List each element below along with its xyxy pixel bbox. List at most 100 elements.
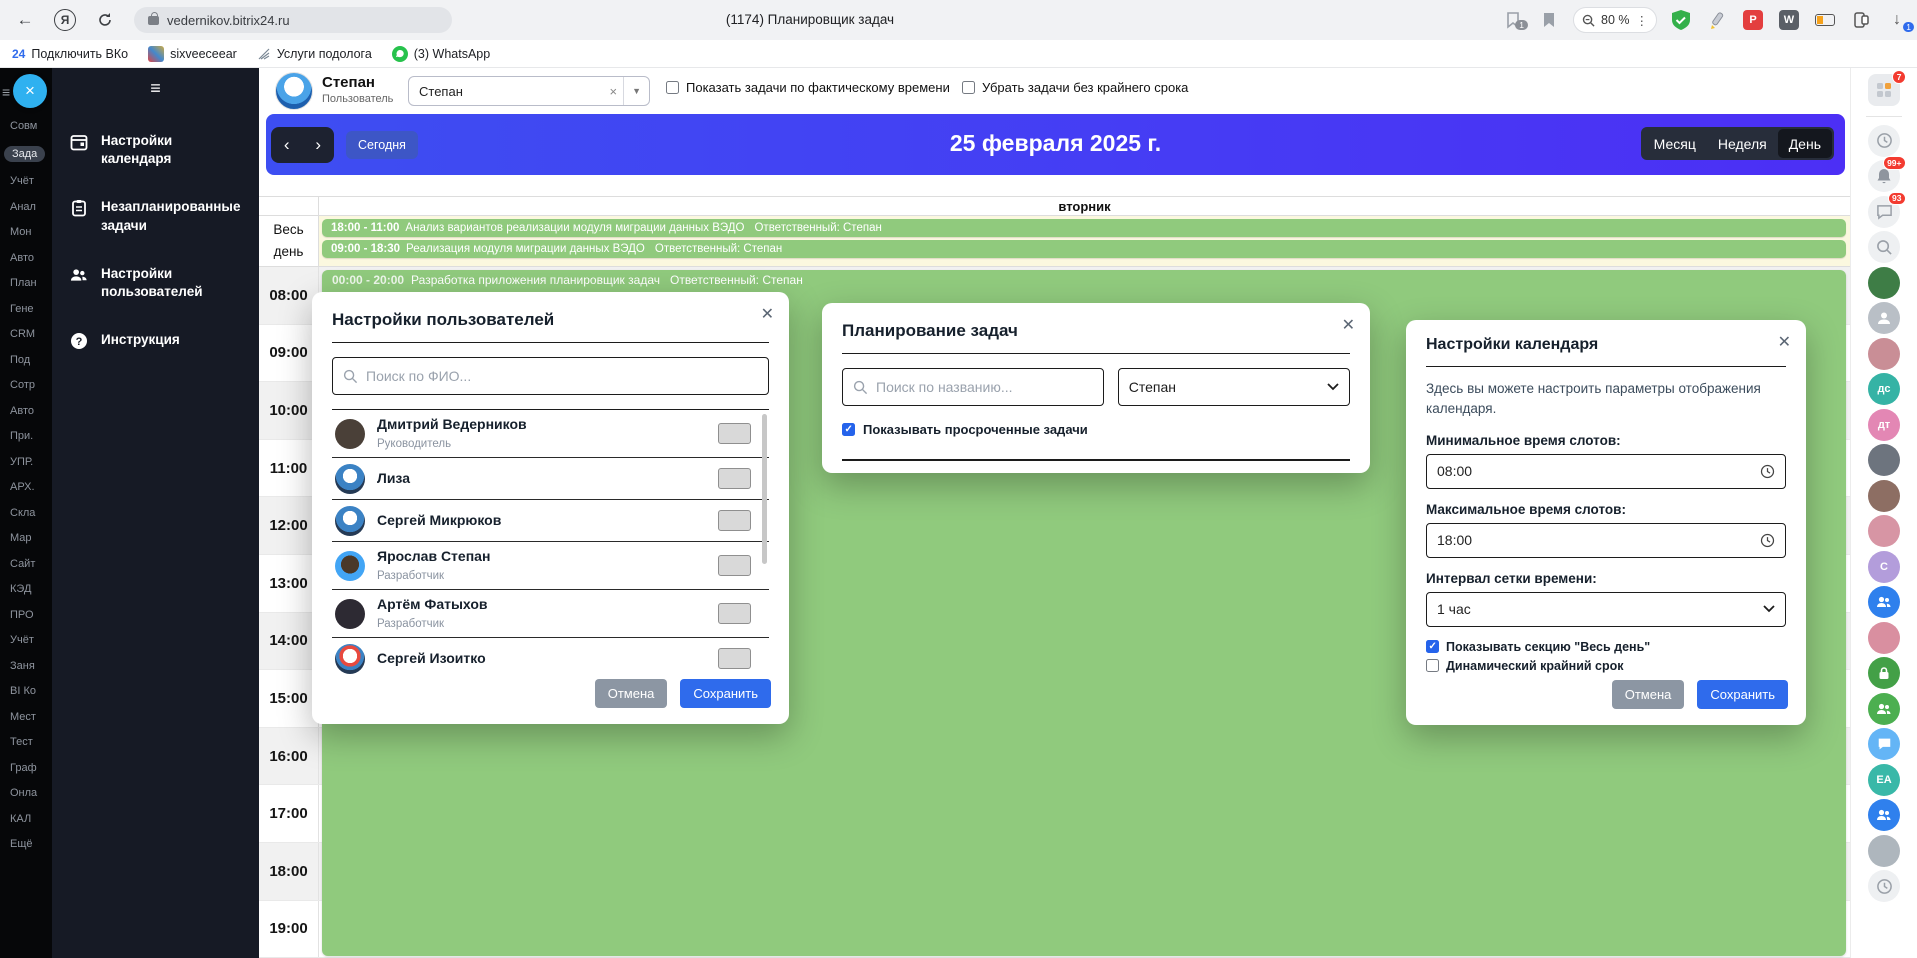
close-icon[interactable]: ✕ — [1342, 315, 1355, 335]
user-checkbox[interactable] — [718, 510, 751, 531]
collections-icon[interactable]: 1 — [1501, 8, 1528, 32]
user-row[interactable]: Артём Фатыхов Разработчик — [332, 590, 769, 638]
sidebar-item[interactable]: КАЛ — [10, 813, 45, 825]
sidebar-item[interactable]: Мон — [10, 226, 45, 238]
user-row[interactable]: Лиза — [332, 458, 769, 500]
phone-extension-icon[interactable] — [1849, 8, 1873, 32]
avatar[interactable] — [1868, 515, 1900, 547]
cancel-button[interactable]: Отмена — [594, 679, 668, 708]
bookmark-item[interactable]: Услуги подолога — [257, 47, 372, 61]
sidebar-item[interactable]: Учёт — [10, 175, 45, 187]
sidebar-item[interactable]: Сайт — [10, 558, 45, 570]
interval-select[interactable]: 1 час — [1426, 591, 1786, 627]
sidebar-item[interactable]: ПРО — [10, 609, 45, 621]
sidebar-item[interactable]: При. — [10, 430, 45, 442]
sidebar-item[interactable]: Мар — [10, 532, 45, 544]
show-allday-checkbox[interactable]: Показывать секцию "Весь день" — [1426, 640, 1786, 654]
avatar[interactable]: дс — [1868, 373, 1900, 405]
avatar[interactable]: дт — [1868, 408, 1900, 441]
word-extension-icon[interactable]: W — [1777, 8, 1801, 32]
event-bar[interactable]: 09:00 - 18:30 Реализация модуля миграции … — [322, 240, 1846, 258]
downloads-icon[interactable]: ↓ 1 — [1885, 8, 1914, 32]
avatar[interactable] — [1868, 834, 1900, 867]
reload-button[interactable] — [90, 5, 120, 35]
sidebar-item[interactable]: Ещё — [10, 838, 45, 850]
sidebar-item-calendar-settings[interactable]: Настройки календаря — [52, 117, 259, 183]
scrollbar[interactable] — [762, 414, 767, 564]
close-widget-button[interactable]: × — [13, 74, 47, 108]
checkbox-box[interactable] — [1426, 640, 1439, 653]
sidebar-item[interactable]: BI Ко — [10, 685, 45, 697]
sidebar-item-user-settings[interactable]: Настройки пользователей — [52, 250, 259, 316]
sidebar-item[interactable]: Скла — [10, 507, 45, 519]
bookmark-flag-icon[interactable] — [1537, 8, 1561, 32]
sidebar-item-instruction[interactable]: ? Инструкция — [52, 316, 259, 365]
bookmark-item[interactable]: sixveeceear — [148, 45, 237, 62]
helpdesk-widget-icon[interactable]: 7 — [1868, 70, 1906, 106]
checkbox-box[interactable] — [666, 81, 679, 94]
sidebar-item[interactable]: Тест — [10, 736, 45, 748]
view-week-button[interactable]: Неделя — [1707, 129, 1778, 158]
clock-icon[interactable] — [1760, 464, 1775, 479]
bookmark-item[interactable]: (3) WhatsApp — [391, 45, 490, 62]
chat-channel-icon[interactable] — [1868, 728, 1900, 760]
history-clock-icon[interactable] — [1868, 124, 1900, 157]
sidebar-item[interactable]: Под — [10, 354, 45, 366]
avatar[interactable] — [1868, 444, 1900, 476]
sidebar-item[interactable]: Сотр — [10, 379, 45, 391]
user-checkbox[interactable] — [718, 603, 751, 624]
min-time-input[interactable] — [1437, 463, 1537, 479]
user-search-field[interactable] — [332, 357, 769, 395]
save-button[interactable]: Сохранить — [1697, 680, 1788, 709]
sidebar-item[interactable]: КЭД — [10, 583, 45, 595]
avatar[interactable]: C — [1868, 550, 1900, 583]
event-bar[interactable]: 18:00 - 11:00 Анализ вариантов реализации… — [322, 219, 1846, 237]
user-row[interactable]: Ярослав Степан Разработчик — [332, 542, 769, 590]
avatar[interactable] — [1868, 266, 1900, 299]
user-row[interactable]: Сергей Изоитко — [332, 638, 769, 676]
cancel-button[interactable]: Отмена — [1611, 680, 1685, 709]
search-input[interactable] — [366, 368, 758, 384]
actual-time-checkbox[interactable]: Показать задачи по фактическому времени — [666, 80, 950, 95]
sidebar-item[interactable]: Авто — [10, 252, 45, 264]
avatar[interactable] — [1868, 621, 1900, 654]
user-checkbox[interactable] — [718, 423, 751, 444]
close-icon[interactable]: ✕ — [761, 304, 774, 324]
sidebar-item[interactable]: УПР. — [10, 456, 45, 468]
sidebar-item[interactable]: CRM — [10, 328, 45, 340]
clock-icon[interactable] — [1760, 533, 1775, 548]
no-deadline-checkbox[interactable]: Убрать задачи без крайнего срока — [962, 80, 1188, 95]
avatar[interactable] — [1868, 479, 1900, 512]
close-icon[interactable]: ✕ — [1778, 332, 1791, 352]
user-row[interactable]: Сергей Микрюков — [332, 500, 769, 542]
highlighter-extension-icon[interactable] — [1705, 8, 1729, 32]
user-select[interactable]: Степан — [1117, 368, 1350, 406]
user-checkbox[interactable] — [718, 555, 751, 576]
app-hamburger-icon[interactable]: ≡ — [52, 68, 259, 99]
group-chat-icon[interactable] — [1868, 586, 1900, 618]
dynamic-deadline-checkbox[interactable]: Динамический крайний срок — [1426, 659, 1786, 673]
view-day-button[interactable]: День — [1777, 129, 1832, 158]
group-chat-icon[interactable] — [1868, 799, 1900, 831]
task-search-field[interactable] — [842, 368, 1104, 406]
kebab-menu-icon[interactable]: ⋮ — [1636, 13, 1649, 28]
view-month-button[interactable]: Месяц — [1643, 129, 1707, 158]
hamburger-icon[interactable]: ≡ — [2, 84, 10, 100]
checkbox-box[interactable] — [962, 81, 975, 94]
sidebar-item[interactable]: Мест — [10, 711, 45, 723]
overdue-tasks-checkbox[interactable]: Показывать просроченные задачи — [842, 422, 1350, 437]
avatar[interactable]: EA — [1868, 763, 1900, 796]
save-button[interactable]: Сохранить — [680, 679, 771, 708]
chevron-down-icon[interactable]: ▼ — [623, 77, 649, 105]
sidebar-item[interactable]: Онла — [10, 787, 45, 799]
private-chat-icon[interactable] — [1868, 657, 1900, 689]
address-bar[interactable]: vedernikov.bitrix24.ru — [134, 7, 452, 33]
min-time-field[interactable] — [1426, 453, 1786, 489]
sidebar-item[interactable]: Совм — [10, 120, 45, 132]
back-button[interactable]: ← — [10, 5, 40, 35]
sidebar-item[interactable]: Анал — [10, 201, 45, 213]
adblock-extension-icon[interactable] — [1669, 8, 1693, 32]
user-checkbox[interactable] — [718, 648, 751, 669]
avatar[interactable] — [1868, 337, 1900, 370]
zoom-control[interactable]: 80 % ⋮ — [1573, 7, 1657, 33]
